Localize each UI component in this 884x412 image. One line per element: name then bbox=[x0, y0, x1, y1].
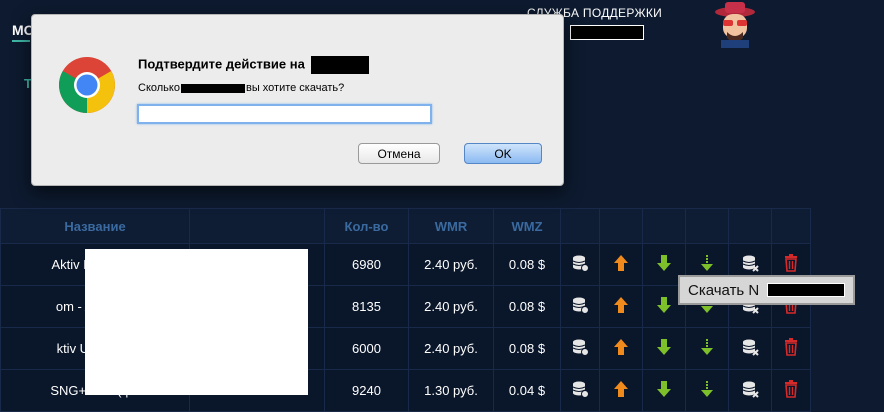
col-header-qty[interactable]: Кол-во bbox=[324, 208, 409, 244]
redacted-item bbox=[180, 83, 245, 93]
title-underline bbox=[12, 40, 30, 42]
row-action-cell bbox=[560, 369, 600, 412]
chrome-icon bbox=[59, 57, 115, 113]
database-remove-icon[interactable] bbox=[740, 339, 760, 360]
col-header-wmr[interactable]: WMR bbox=[408, 208, 494, 244]
cancel-button[interactable]: Отмена bbox=[358, 143, 440, 164]
download-dotted-icon[interactable] bbox=[697, 255, 717, 276]
redacted-contact bbox=[569, 24, 644, 40]
col-header-action bbox=[685, 208, 729, 244]
avatar-icon[interactable] bbox=[713, 0, 757, 48]
dialog-title: Подтвердите действие на bbox=[138, 56, 370, 74]
row-wmz: 0.08 $ bbox=[493, 243, 561, 286]
row-action-cell bbox=[728, 327, 772, 370]
row-qty: 6000 bbox=[324, 327, 409, 370]
row-action-cell bbox=[599, 327, 643, 370]
row-wmz: 0.04 $ bbox=[493, 369, 561, 412]
row-action-cell bbox=[599, 369, 643, 412]
col-header-action bbox=[771, 208, 811, 244]
row-qty: 8135 bbox=[324, 285, 409, 328]
arrow-up-icon[interactable] bbox=[611, 297, 631, 318]
tooltip-text: Скачать N bbox=[688, 281, 760, 299]
trash-icon[interactable] bbox=[781, 296, 801, 318]
row-qty: 9240 bbox=[324, 369, 409, 412]
trash-icon[interactable] bbox=[781, 338, 801, 360]
row-action-cell bbox=[599, 285, 643, 328]
row-action-cell bbox=[685, 369, 729, 412]
row-wmr: 1.30 руб. bbox=[408, 369, 494, 412]
download-tooltip: Скачать N bbox=[678, 275, 855, 305]
row-action-cell bbox=[642, 369, 686, 412]
row-wmr: 2.40 руб. bbox=[408, 285, 494, 328]
arrow-down-icon[interactable] bbox=[654, 297, 674, 318]
arrow-up-icon[interactable] bbox=[611, 339, 631, 360]
col-header-action bbox=[642, 208, 686, 244]
database-remove-icon[interactable] bbox=[740, 255, 760, 276]
row-wmz: 0.08 $ bbox=[493, 285, 561, 328]
row-action-cell bbox=[560, 327, 600, 370]
col-header-action bbox=[599, 208, 643, 244]
dialog-title-text: Подтвердите действие на bbox=[138, 56, 305, 72]
database-gear-icon[interactable] bbox=[570, 297, 590, 318]
arrow-down-icon[interactable] bbox=[654, 255, 674, 276]
database-remove-icon[interactable] bbox=[740, 297, 760, 318]
row-action-cell bbox=[685, 327, 729, 370]
row-action-cell bbox=[728, 369, 772, 412]
col-header-wmz[interactable]: WMZ bbox=[493, 208, 561, 244]
dialog-message-end: вы хотите скачать? bbox=[245, 82, 345, 94]
database-gear-icon[interactable] bbox=[570, 255, 590, 276]
database-gear-icon[interactable] bbox=[570, 339, 590, 360]
row-qty: 6980 bbox=[324, 243, 409, 286]
col-header-action bbox=[728, 208, 772, 244]
trash-icon[interactable] bbox=[781, 254, 801, 276]
row-action-cell bbox=[642, 327, 686, 370]
redacted-site bbox=[311, 56, 370, 74]
row-action-cell bbox=[560, 243, 600, 286]
redacted-tooltip bbox=[767, 283, 846, 297]
row-action-cell bbox=[560, 285, 600, 328]
ok-button[interactable]: OK bbox=[464, 143, 542, 164]
confirm-dialog: Подтвердите действие на Сколько вы хотите… bbox=[31, 14, 564, 186]
dialog-message-start: Сколько bbox=[138, 82, 180, 94]
redacted-block bbox=[85, 249, 308, 395]
row-wmr: 2.40 руб. bbox=[408, 327, 494, 370]
download-dotted-icon[interactable] bbox=[697, 339, 717, 360]
col-header-filler bbox=[189, 208, 325, 244]
arrow-down-icon[interactable] bbox=[654, 339, 674, 360]
col-header-name[interactable]: Название bbox=[0, 208, 190, 244]
arrow-up-icon[interactable] bbox=[611, 255, 631, 276]
download-dotted-icon[interactable] bbox=[697, 297, 717, 318]
dialog-message: Сколько вы хотите скачать? bbox=[138, 82, 344, 94]
count-input[interactable] bbox=[137, 104, 432, 124]
row-action-cell bbox=[771, 369, 811, 412]
row-action-cell bbox=[599, 243, 643, 286]
row-action-cell bbox=[771, 327, 811, 370]
col-header-action bbox=[560, 208, 600, 244]
support-contact: : bbox=[560, 24, 644, 40]
row-wmr: 2.40 руб. bbox=[408, 243, 494, 286]
row-wmz: 0.08 $ bbox=[493, 327, 561, 370]
